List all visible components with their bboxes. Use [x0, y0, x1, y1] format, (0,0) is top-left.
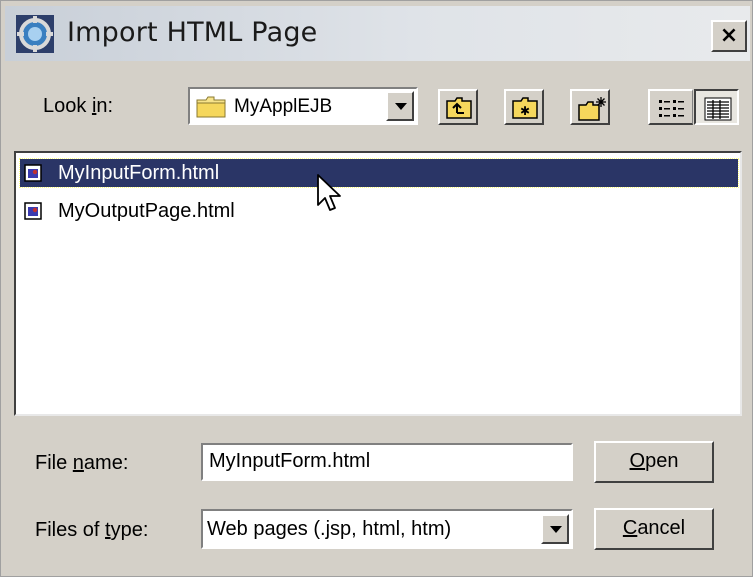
- file-list[interactable]: MyInputForm.html MyOutputPage.html: [14, 151, 742, 416]
- svg-text:✱: ✱: [520, 104, 530, 118]
- file-name-text: MyOutputPage.html: [58, 200, 235, 222]
- open-button[interactable]: Open: [594, 441, 714, 483]
- look-in-combobox[interactable]: MyApplEJB: [188, 87, 418, 125]
- details-view-button[interactable]: [694, 89, 739, 125]
- home-folder-icon: ✱: [512, 97, 538, 119]
- import-html-dialog: Import HTML Page × Look in: MyApplEJB ✱: [0, 0, 753, 577]
- dialog-title: Import HTML Page: [67, 17, 318, 48]
- file-name-label: File name:: [35, 452, 129, 474]
- list-view-icon: [659, 100, 684, 117]
- look-in-value: MyApplEJB: [234, 96, 333, 117]
- files-of-type-combobox[interactable]: Web pages (.jsp, html, htm): [201, 509, 573, 549]
- look-in-label: Look in:: [43, 95, 114, 117]
- look-in-dropdown-arrow[interactable]: [386, 91, 414, 121]
- app-globe-icon: [16, 15, 54, 53]
- html-file-icon: [24, 202, 42, 220]
- cancel-button[interactable]: Cancel: [594, 508, 714, 550]
- list-view-button[interactable]: [648, 89, 693, 125]
- title-bar[interactable]: Import HTML Page ×: [5, 6, 750, 61]
- list-item[interactable]: MyOutputPage.html: [20, 197, 738, 225]
- home-folder-button[interactable]: ✱: [504, 89, 544, 125]
- mouse-pointer-icon: [317, 174, 341, 211]
- files-of-type-value: Web pages (.jsp, html, htm): [207, 518, 452, 540]
- up-one-level-icon: [446, 97, 472, 119]
- files-of-type-dropdown-arrow[interactable]: [541, 514, 569, 544]
- close-button[interactable]: ×: [711, 20, 747, 52]
- list-item[interactable]: MyInputForm.html: [19, 158, 739, 188]
- up-one-level-button[interactable]: [438, 89, 478, 125]
- file-name-text: MyInputForm.html: [58, 162, 220, 184]
- html-file-icon: [24, 164, 42, 182]
- new-folder-button[interactable]: [570, 89, 610, 125]
- close-icon: ×: [719, 23, 739, 48]
- new-folder-icon: [578, 97, 606, 121]
- folder-icon: [196, 96, 226, 118]
- files-of-type-label: Files of type:: [35, 519, 149, 541]
- view-mode-toggle: [648, 89, 740, 125]
- details-view-icon: [704, 97, 732, 121]
- file-name-input[interactable]: MyInputForm.html: [201, 443, 573, 481]
